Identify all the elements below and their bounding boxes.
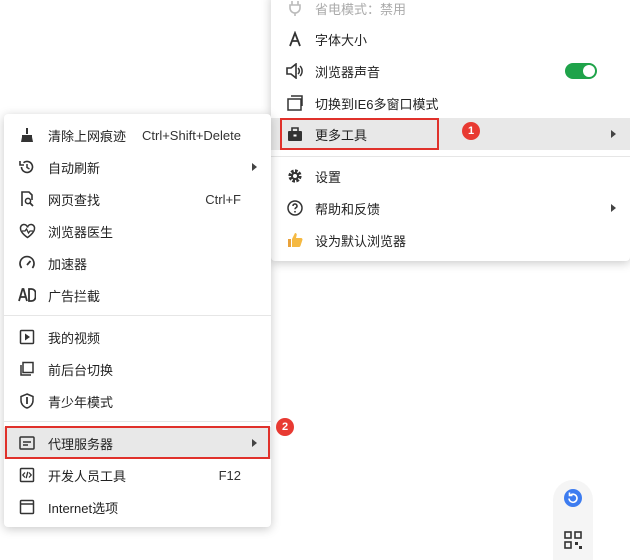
menu-item-help-feedback[interactable]: 帮助和反馈	[271, 192, 630, 224]
submenu-item-browser-doctor[interactable]: 浏览器医生	[4, 215, 271, 247]
submenu-item-label: 浏览器医生	[48, 224, 114, 240]
menu-item-label: 切换到IE6多窗口模式	[315, 96, 439, 112]
chevron-right-icon	[611, 204, 616, 212]
submenu-item-accelerator[interactable]: 加速器	[4, 247, 271, 279]
menu-item-ie6-mode[interactable]: 切换到IE6多窗口模式	[271, 87, 630, 119]
step-1-badge: 1	[462, 122, 480, 140]
code-icon	[18, 466, 36, 484]
help-icon	[286, 199, 304, 217]
thumbs-up-icon	[286, 231, 304, 249]
menu-item-label: 设置	[315, 169, 342, 185]
submenu-item-developer-tools[interactable]: 开发人员工具 F12	[4, 459, 271, 491]
windows-icon	[286, 94, 304, 112]
chevron-right-icon	[611, 130, 616, 138]
menu-item-set-default[interactable]: 设为默认浏览器	[271, 224, 630, 256]
refresh-clock-icon	[18, 158, 36, 176]
submenu-item-internet-options[interactable]: Internet选项	[4, 491, 271, 523]
sound-toggle[interactable]	[565, 63, 597, 79]
submenu-item-label: Internet选项	[48, 500, 119, 516]
annotation-box-more-tools	[280, 118, 439, 150]
submenu-item-teen-mode[interactable]: 青少年模式	[4, 385, 271, 417]
menu-item-font-size[interactable]: 字体大小	[271, 23, 630, 55]
heart-pulse-icon	[18, 222, 36, 240]
ad-block-icon	[18, 286, 36, 304]
submenu-item-my-videos[interactable]: 我的视频	[4, 321, 271, 353]
submenu-item-label: 前后台切换	[48, 362, 114, 378]
menu-item-settings[interactable]: 设置	[271, 160, 630, 192]
menu-item-label: 设为默认浏览器	[315, 233, 407, 249]
submenu-item-label: 广告拦截	[48, 288, 101, 304]
play-icon	[18, 328, 36, 346]
divider	[271, 156, 630, 157]
menu-item-label: 帮助和反馈	[315, 201, 381, 217]
find-icon	[18, 190, 36, 208]
submenu-item-label: 开发人员工具	[48, 468, 127, 484]
speedometer-icon	[18, 254, 36, 272]
menu-item-power-saving: 省电模式：禁用	[271, 0, 630, 24]
submenu-item-find-in-page[interactable]: 网页查找 Ctrl+F	[4, 183, 271, 215]
submenu-item-label: 加速器	[48, 256, 88, 272]
submenu-item-label: 自动刷新	[48, 160, 101, 176]
submenu-item-label: 青少年模式	[48, 394, 114, 410]
shortcut-text: Ctrl+F	[205, 191, 241, 207]
menu-item-label: 字体大小	[315, 32, 368, 48]
gear-icon	[286, 167, 304, 185]
font-icon	[286, 30, 304, 48]
side-panel	[553, 480, 593, 560]
ie-options-icon	[18, 498, 36, 516]
chevron-right-icon	[252, 163, 257, 171]
shortcut-text: Ctrl+Shift+Delete	[142, 127, 241, 143]
menu-item-label: 浏览器声音	[315, 64, 381, 80]
submenu-item-label: 网页查找	[48, 192, 101, 208]
divider	[4, 315, 271, 316]
menu-item-label: 省电模式：禁用	[315, 1, 407, 17]
shield-icon	[18, 392, 36, 410]
broom-icon	[18, 126, 36, 144]
menu-item-browser-sound[interactable]: 浏览器声音	[271, 55, 630, 87]
divider	[4, 421, 271, 422]
submenu-item-label: 我的视频	[48, 330, 101, 346]
shortcut-text: F12	[218, 467, 241, 483]
refresh-circle-icon[interactable]	[563, 488, 583, 511]
submenu-item-clear-history[interactable]: 清除上网痕迹 Ctrl+Shift+Delete	[4, 119, 271, 151]
more-tools-submenu: 清除上网痕迹 Ctrl+Shift+Delete 自动刷新 网页查找 Ctrl+…	[4, 114, 271, 527]
step-2-badge: 2	[276, 418, 294, 436]
submenu-item-foreground-switch[interactable]: 前后台切换	[4, 353, 271, 385]
submenu-item-label: 清除上网痕迹	[48, 128, 127, 144]
submenu-item-ad-block[interactable]: 广告拦截	[4, 279, 271, 311]
switch-icon	[18, 360, 36, 378]
toggle-knob	[583, 65, 595, 77]
power-plug-icon	[286, 0, 304, 17]
submenu-item-auto-refresh[interactable]: 自动刷新	[4, 151, 271, 183]
annotation-box-proxy-server	[5, 426, 270, 459]
speaker-icon	[286, 62, 304, 80]
